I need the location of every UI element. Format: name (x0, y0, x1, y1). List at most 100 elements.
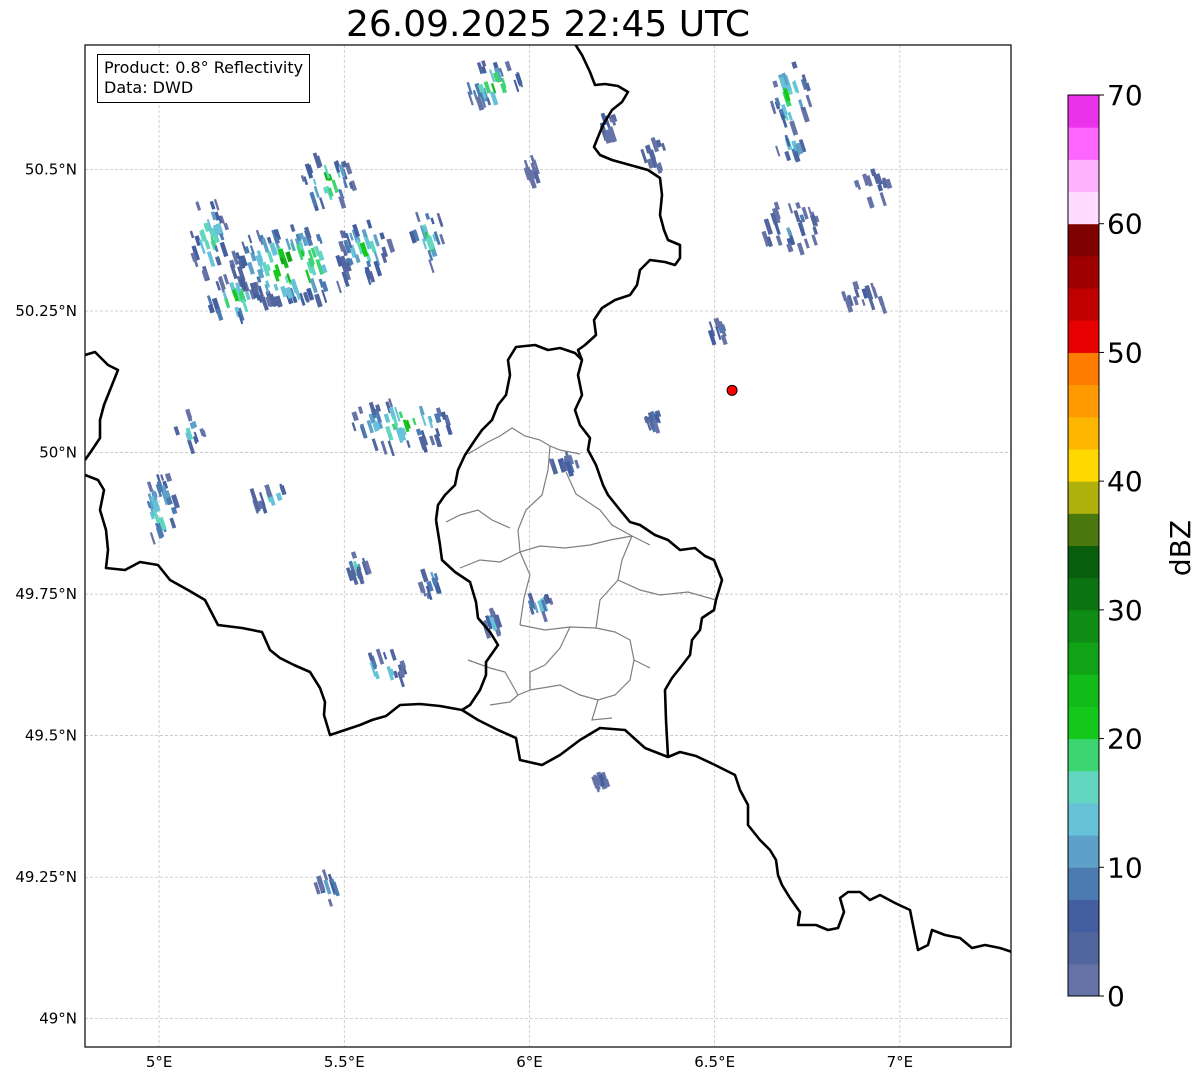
echo-streak (415, 428, 422, 436)
product-info-box: Product: 0.8° Reflectivity Data: DWD (97, 54, 311, 103)
echo-streak (361, 228, 368, 238)
echo-cell (367, 648, 408, 688)
echo-streak (420, 568, 429, 583)
echo-cell (853, 168, 893, 209)
echo-cell (300, 152, 358, 212)
colorbar-tick-label: 0 (1107, 980, 1125, 1013)
lon-tick-label: 5°E (146, 1053, 173, 1071)
data-source-line: Data: DWD (104, 78, 194, 97)
echo-streak (357, 406, 364, 415)
echo-streak (351, 411, 359, 422)
echo-cell (189, 198, 230, 282)
colorbar-segment (1068, 867, 1099, 900)
colorbar-segment (1068, 899, 1099, 933)
echo-streak (379, 232, 386, 240)
echo-cell (591, 771, 611, 793)
lat-tick-label: 49.25°N (15, 868, 77, 886)
echo-streak (486, 97, 492, 106)
echo-streak (775, 145, 781, 157)
echo-streak (266, 236, 272, 244)
colorbar-segment (1068, 706, 1099, 740)
echo-cell (351, 398, 453, 457)
echo-streak (428, 259, 435, 274)
colorbar-label: dBZ (1164, 520, 1197, 576)
echo-streak (371, 438, 379, 452)
echo-streak (438, 217, 443, 226)
lon-tick-label: 6°E (516, 1053, 543, 1071)
echo-cell (345, 551, 372, 586)
echo-streak (541, 610, 548, 623)
echo-streak (415, 211, 421, 223)
echo-streak (366, 219, 373, 229)
echo-streak (795, 201, 801, 209)
echo-streak (173, 426, 181, 436)
echo-streak (194, 260, 199, 268)
colorbar-segment (1068, 320, 1099, 353)
lat-tick-label: 49.5°N (25, 727, 77, 745)
colorbar-segment (1068, 545, 1099, 579)
echo-streak (327, 898, 333, 907)
echo-streak (241, 241, 246, 251)
echo-streak (160, 474, 165, 481)
echo-streak (333, 161, 341, 174)
echo-cell (173, 408, 207, 455)
borders (85, 45, 1011, 954)
echo-cell (527, 592, 554, 623)
echo-streak (774, 97, 781, 107)
echo-streak (787, 202, 794, 214)
echo-streak (383, 413, 391, 423)
echo-cell (249, 483, 287, 514)
echo-streak (791, 61, 798, 69)
axis-labels: 5°E 5.5°E 6°E 6.5°E 7°E 49°N 49.25°N 49.5°N 49.7… (15, 161, 913, 1071)
echo-streak (318, 197, 326, 210)
echo-streak (244, 291, 251, 301)
colorbar-segment (1068, 288, 1099, 321)
echo-streak (812, 227, 818, 235)
echo-streak (204, 240, 211, 250)
echo-streak (803, 238, 810, 249)
echo-streak (411, 417, 417, 426)
colorbar-segment (1068, 802, 1099, 836)
echo-streak (351, 422, 357, 432)
echo-streak (312, 178, 317, 186)
country-borders (85, 45, 1011, 954)
lon-tick-label: 5.5°E (324, 1053, 365, 1071)
colorbar-segment (1068, 513, 1099, 546)
colorbar-segment (1068, 191, 1099, 225)
colorbar-segment (1068, 127, 1099, 160)
echo-streak (169, 517, 177, 529)
echo-streak (489, 90, 499, 106)
lat-tick-label: 50°N (39, 444, 77, 462)
colorbar-tick-label: 50 (1107, 336, 1143, 369)
echo-streak (661, 142, 666, 151)
echo-streak (387, 440, 395, 457)
echo-streak (209, 200, 216, 210)
lon-tick-label: 7°E (887, 1053, 914, 1071)
product-line: Product: 0.8° Reflectivity (104, 58, 304, 77)
lon-tick-label: 6.5°E (694, 1053, 735, 1071)
echo-streak (171, 494, 180, 509)
echo-streak (273, 283, 279, 292)
echo-streak (801, 109, 810, 123)
colorbar-tick-label: 70 (1107, 79, 1143, 112)
echo-streak (807, 206, 813, 216)
colorbar-segment (1068, 931, 1099, 965)
echo-streak (359, 423, 368, 439)
echo-streak (373, 260, 383, 277)
echo-streak (770, 103, 777, 115)
echo-streak (247, 261, 255, 275)
echo-streak (877, 183, 883, 192)
echo-streak (500, 82, 508, 94)
colorbar-tick-label: 20 (1107, 723, 1143, 756)
gridlines (85, 45, 1011, 1047)
echo-streak (798, 99, 804, 107)
echo-streak (389, 648, 397, 661)
lat-tick-label: 49°N (39, 1010, 77, 1028)
lat-tick-label: 49.75°N (15, 585, 77, 603)
echo-streak (504, 60, 512, 72)
echo-streak (289, 223, 296, 233)
colorbar-tick-label: 60 (1107, 208, 1143, 241)
echo-streak (424, 212, 431, 220)
echo-streak (321, 869, 329, 882)
echo-cell (775, 134, 807, 163)
